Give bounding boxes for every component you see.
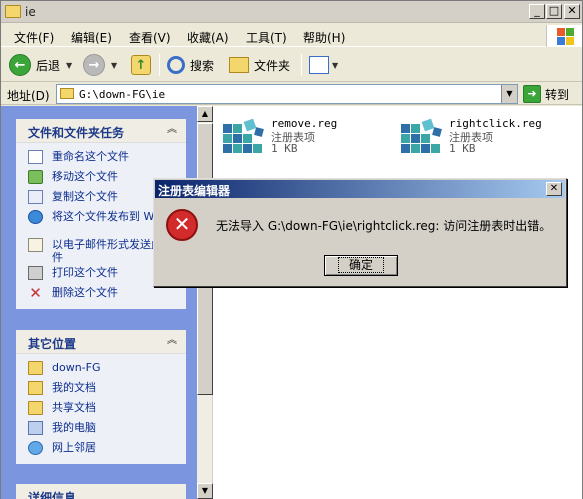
- scroll-down-button[interactable]: ▼: [197, 483, 213, 499]
- place-network[interactable]: 网上邻居: [26, 440, 176, 460]
- views-icon: [309, 56, 329, 74]
- file-tasks-title: 文件和文件夹任务: [28, 126, 125, 140]
- dialog-title: 注册表编辑器: [158, 184, 231, 198]
- dialog-message: 无法导入 G:\down-FG\ie\rightclick.reg: 访问注册表…: [216, 219, 552, 233]
- details-header[interactable]: 详细信息: [16, 484, 186, 499]
- toolbar-separator: [159, 54, 160, 76]
- folder-icon: [5, 5, 21, 18]
- menu-tools[interactable]: 工具(T): [246, 29, 287, 46]
- maximize-button[interactable]: □: [546, 4, 562, 19]
- my-computer-icon: [28, 421, 43, 435]
- network-places-icon: [28, 441, 43, 455]
- title-bar[interactable]: ie _ □ ✕: [1, 1, 582, 23]
- back-label: 后退: [36, 58, 61, 73]
- my-documents-icon: [28, 381, 43, 395]
- forward-button[interactable]: → ▼: [83, 53, 117, 77]
- other-places-title: 其它位置: [28, 337, 77, 351]
- delete-icon: ✕: [29, 284, 42, 302]
- collapse-chevron-icon[interactable]: ︽: [164, 333, 180, 349]
- place-down-fg[interactable]: down-FG: [26, 360, 176, 380]
- menu-bar: 文件(F) 编辑(E) 查看(V) 收藏(A) 工具(T) 帮助(H): [1, 25, 582, 47]
- window-title: ie: [25, 5, 36, 19]
- print-icon: [28, 266, 43, 280]
- place-my-documents[interactable]: 我的文档: [26, 380, 176, 400]
- other-places-panel: 其它位置 ︽ down-FG 我的文档 共享文档 我的电脑 网上邻居: [16, 330, 186, 464]
- menu-file[interactable]: 文件(F): [14, 29, 54, 46]
- file-item[interactable]: remove.reg 注册表项 1 KB: [219, 114, 389, 170]
- shared-documents-icon: [28, 401, 43, 415]
- task-pane: 文件和文件夹任务 ︽ 重命名这个文件 移动这个文件 复制这个文件 将这个文件发布…: [1, 106, 197, 499]
- registry-file-icon: [223, 118, 264, 153]
- menu-favorites[interactable]: 收藏(A): [187, 29, 229, 46]
- chevron-down-icon: ▼: [66, 60, 73, 70]
- search-icon: [167, 56, 185, 74]
- minimize-button[interactable]: _: [529, 4, 545, 19]
- publish-web-icon: [28, 210, 43, 224]
- up-folder-button[interactable]: ↑: [131, 53, 151, 77]
- forward-arrow-icon: →: [83, 54, 105, 76]
- address-input[interactable]: G:\down-FG\ie ▼: [56, 84, 518, 104]
- close-button[interactable]: ✕: [564, 4, 580, 19]
- windows-logo-icon: [546, 25, 582, 47]
- error-dialog: 注册表编辑器 ✕ ✕ 无法导入 G:\down-FG\ie\rightclick…: [153, 178, 567, 287]
- dialog-title-bar[interactable]: 注册表编辑器 ✕: [155, 180, 565, 198]
- scroll-up-button[interactable]: ▲: [197, 106, 213, 122]
- views-button[interactable]: ▼: [309, 53, 338, 77]
- folders-label: 文件夹: [254, 58, 291, 73]
- up-folder-icon: ↑: [131, 55, 151, 75]
- folder-icon: [28, 361, 43, 375]
- place-my-computer[interactable]: 我的电脑: [26, 420, 176, 440]
- toolbar-separator: [301, 54, 302, 76]
- chevron-down-icon: ▼: [111, 60, 118, 70]
- folder-icon: [60, 88, 74, 99]
- rename-icon: [28, 150, 43, 164]
- file-list-area: ▲ ▼ remove.reg 注册表项 1 KB rightclick.reg …: [197, 106, 582, 499]
- toolbar: ← 后退 ▼ → ▼ ↑ 搜索 文件夹 ▼: [1, 48, 582, 82]
- go-arrow-icon: ➜: [523, 85, 541, 103]
- back-button[interactable]: ← 后退 ▼: [9, 53, 72, 77]
- task-delete[interactable]: ✕ 删除这个文件: [26, 285, 176, 305]
- address-label: 地址(D): [7, 89, 50, 103]
- place-shared-documents[interactable]: 共享文档: [26, 400, 176, 420]
- explorer-window: ie _ □ ✕ 文件(F) 编辑(E) 查看(V) 收藏(A) 工具(T) 帮…: [0, 0, 583, 499]
- address-dropdown-button[interactable]: ▼: [501, 85, 517, 103]
- move-icon: [28, 170, 43, 184]
- details-title: 详细信息: [28, 491, 77, 499]
- vertical-scrollbar[interactable]: ▲ ▼: [197, 106, 213, 499]
- copy-icon: [28, 190, 43, 204]
- folders-icon: [229, 57, 249, 73]
- search-label: 搜索: [190, 58, 215, 73]
- details-panel: 详细信息: [16, 484, 186, 499]
- collapse-chevron-icon[interactable]: ︽: [164, 122, 180, 138]
- search-button[interactable]: 搜索: [167, 53, 214, 77]
- dialog-close-button[interactable]: ✕: [546, 182, 562, 196]
- task-rename[interactable]: 重命名这个文件: [26, 149, 176, 169]
- address-bar: 地址(D) G:\down-FG\ie ▼ ➜ 转到: [1, 83, 582, 105]
- address-value: G:\down-FG\ie: [79, 88, 166, 101]
- file-size: 1 KB: [449, 142, 476, 155]
- ok-label: 确定: [337, 257, 384, 273]
- other-places-header[interactable]: 其它位置 ︽: [16, 330, 186, 354]
- chevron-down-icon: ▼: [332, 60, 339, 70]
- error-icon: ✕: [166, 209, 198, 241]
- file-item[interactable]: rightclick.reg 注册表项 1 KB: [397, 114, 577, 170]
- email-icon: [28, 238, 43, 252]
- folders-button[interactable]: 文件夹: [229, 53, 290, 77]
- go-button[interactable]: ➜ 转到: [523, 84, 569, 104]
- file-tasks-header[interactable]: 文件和文件夹任务 ︽: [16, 119, 186, 143]
- menu-edit[interactable]: 编辑(E): [71, 29, 112, 46]
- file-size: 1 KB: [271, 142, 298, 155]
- menu-help[interactable]: 帮助(H): [303, 29, 345, 46]
- back-arrow-icon: ←: [9, 54, 31, 76]
- go-label: 转到: [545, 87, 570, 102]
- menu-view[interactable]: 查看(V): [129, 29, 171, 46]
- registry-file-icon: [401, 118, 442, 153]
- ok-button[interactable]: 确定: [324, 255, 398, 276]
